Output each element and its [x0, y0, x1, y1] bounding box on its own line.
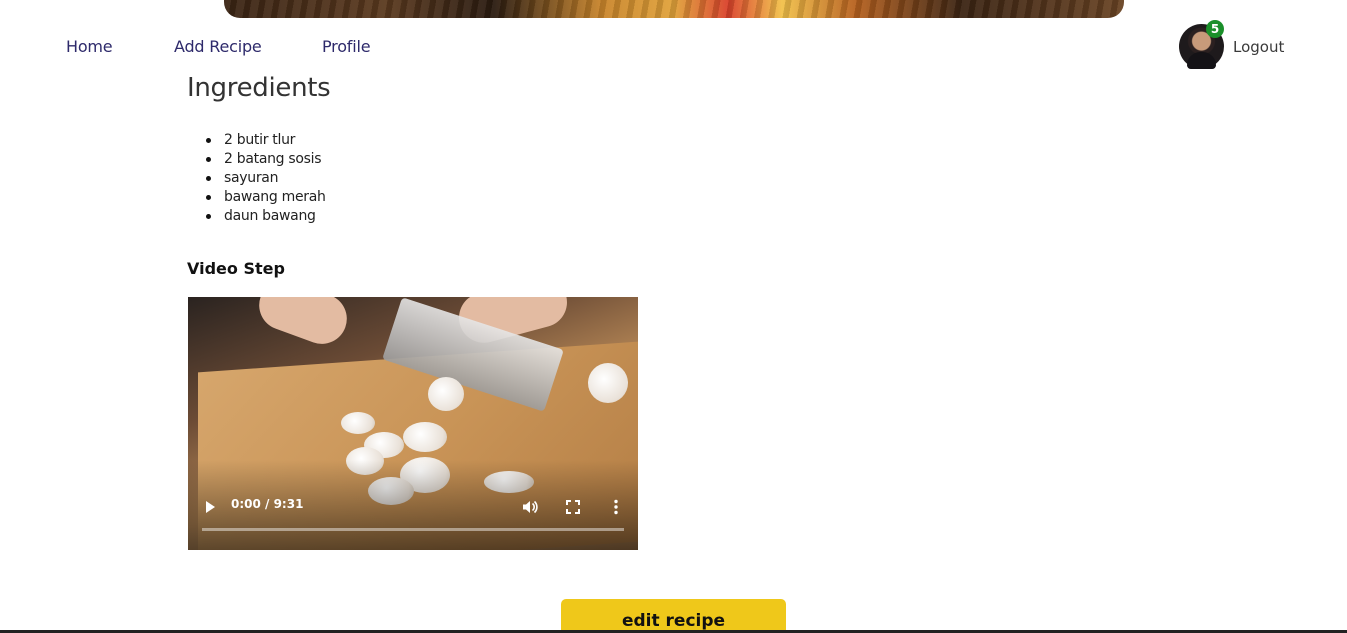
ingredients-list: 2 butir tlur 2 batang sosis sayuran bawa…: [206, 131, 326, 226]
video-frame-mushroom: [341, 412, 375, 434]
video-frame-mushroom: [588, 363, 628, 403]
play-icon[interactable]: [206, 501, 215, 513]
video-time-display: 0:00 / 9:31: [231, 497, 304, 511]
ingredient-item: daun bawang: [206, 207, 326, 226]
ingredient-item: 2 batang sosis: [206, 150, 326, 169]
video-step-title: Video Step: [187, 259, 285, 278]
ingredients-title: Ingredients: [187, 73, 331, 103]
nav-profile-link[interactable]: Profile: [322, 37, 371, 56]
video-frame-mushroom: [403, 422, 447, 452]
fullscreen-icon[interactable]: [566, 500, 580, 514]
top-navigation: Home Add Recipe Profile: [0, 36, 1347, 60]
ingredient-item: 2 butir tlur: [206, 131, 326, 150]
video-frame-hand: [252, 297, 354, 351]
avatar-figure: [1187, 52, 1216, 69]
ingredient-item: sayuran: [206, 169, 326, 188]
volume-icon[interactable]: [522, 499, 538, 515]
video-frame-mushroom: [428, 377, 464, 411]
video-player[interactable]: 0:00 / 9:31: [188, 297, 638, 550]
logout-link[interactable]: Logout: [1233, 38, 1284, 56]
notification-badge: 5: [1206, 20, 1224, 38]
video-progress-slider[interactable]: [202, 528, 624, 531]
nav-home-link[interactable]: Home: [66, 37, 113, 56]
ingredient-item: bawang merah: [206, 188, 326, 207]
recipe-hero-image: [224, 0, 1124, 18]
edit-recipe-button[interactable]: edit recipe: [561, 599, 786, 633]
more-vertical-icon[interactable]: [613, 499, 619, 515]
nav-add-recipe-link[interactable]: Add Recipe: [174, 37, 262, 56]
